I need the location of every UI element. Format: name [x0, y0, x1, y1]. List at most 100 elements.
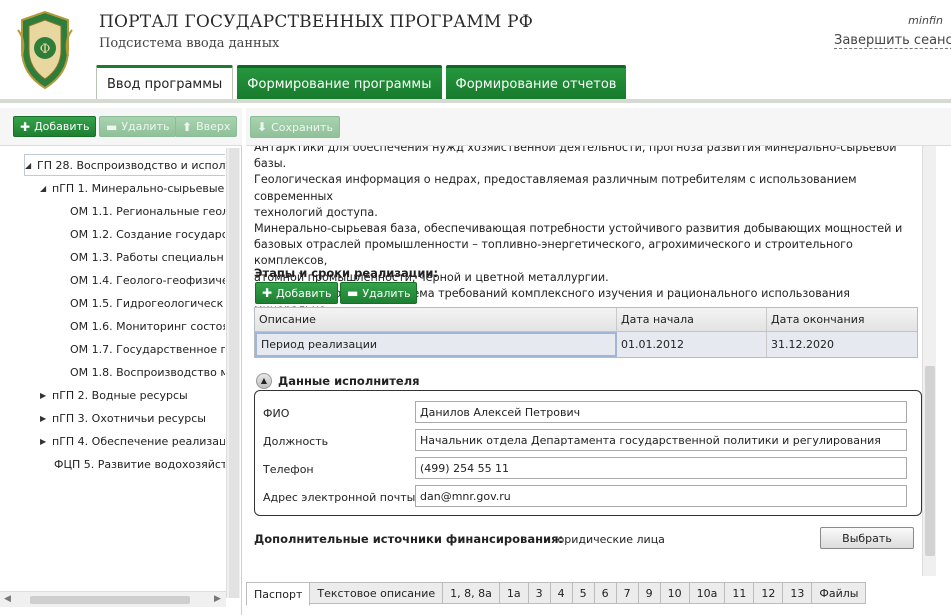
save-button-label: Сохранить [271, 120, 333, 134]
tree-item-pgp1[interactable]: ◢ пГП 1. Минерально-сырьевые р [40, 177, 225, 199]
extra-funding-value: юридические лица [555, 533, 665, 546]
current-user: minfin [908, 14, 943, 27]
plus-icon: ✚ [262, 286, 273, 300]
phone-field[interactable]: (499) 254 55 11 [415, 457, 907, 479]
header: Ф ПОРТАЛ ГОСУДАРСТВЕННЫХ ПРОГРАММ РФ Под… [0, 0, 951, 100]
scroll-thumb[interactable] [925, 366, 935, 556]
logout-link[interactable]: Завершить сеанс [834, 33, 951, 49]
tab-13[interactable]: 13 [782, 582, 813, 604]
tree-vertical-scrollbar[interactable] [226, 148, 240, 598]
delete-button[interactable]: ▬ Удалить [99, 116, 177, 137]
collapsed-arrow-icon[interactable]: ▶ [40, 414, 52, 423]
tree-item-pgp3[interactable]: ▶ пГП 3. Охотничьи ресурсы [40, 407, 206, 429]
executor-title: Данные исполнителя [278, 374, 420, 388]
tab-7[interactable]: 7 [615, 582, 639, 604]
collapse-chevron-icon[interactable]: ▲ [256, 373, 272, 389]
stages-title: Этапы и сроки реализации: [254, 266, 439, 280]
tree-item-fcp5[interactable]: ФЦП 5. Развитие водохозяйст [54, 453, 225, 475]
save-button[interactable]: ⬇ Сохранить [250, 116, 340, 138]
tree-item-pgp2[interactable]: ▶ пГП 2. Водные ресурсы [40, 384, 188, 406]
stage-add-button[interactable]: ✚ Добавить [255, 282, 339, 304]
expand-arrow-icon[interactable]: ◢ [40, 184, 52, 193]
tab-5[interactable]: 5 [571, 582, 595, 604]
tab-10a[interactable]: 10а [688, 582, 726, 604]
tree-item-om14[interactable]: ОМ 1.4. Геолого-геофизиче [70, 269, 225, 291]
tab-3[interactable]: 3 [527, 582, 551, 604]
column-header[interactable]: Описание [255, 308, 617, 331]
tab-12[interactable]: 12 [753, 582, 784, 604]
table-cell[interactable]: Период реализации [255, 332, 617, 357]
tab-underline [0, 99, 951, 103]
executor-fieldset: ФИО Данилов Алексей Петрович Должность Н… [254, 390, 922, 516]
minus-icon: ▬ [106, 119, 118, 134]
tab-form-program[interactable]: Формирование программы [237, 65, 442, 100]
tree-horizontal-scrollbar[interactable]: ◀ ▶ [0, 591, 226, 607]
tab-text-description[interactable]: Текстовое описание [309, 582, 444, 604]
portal-subtitle: Подсистема ввода данных [99, 36, 280, 51]
program-tree: ◢ ГП 28. Воспроизводство и использ ◢ пГП 1… [10, 152, 225, 590]
stages-table: Описание Дата начала Дата окончания Пери… [254, 307, 918, 358]
tab-passport[interactable]: Паспорт [246, 582, 311, 606]
expand-arrow-icon[interactable]: ◢ [25, 161, 37, 170]
tree-item-om11[interactable]: ОМ 1.1. Региональные геол [70, 200, 225, 222]
scroll-thumb[interactable] [229, 148, 239, 598]
tree-item-om12[interactable]: ОМ 1.2. Создание государс [70, 223, 225, 245]
minus-icon: ▬ [347, 286, 359, 300]
add-button[interactable]: ✚ Добавить [13, 116, 97, 137]
add-button-label: Добавить [34, 120, 90, 133]
tab-11[interactable]: 11 [724, 582, 755, 604]
scroll-thumb[interactable] [30, 596, 190, 604]
column-header[interactable]: Дата начала [617, 308, 767, 331]
move-up-button-label: Вверх [196, 120, 231, 133]
program-editor-panel: ⬇ Сохранить Антарктики для обеспечения н… [246, 108, 951, 615]
tab-4[interactable]: 4 [549, 582, 573, 604]
tree-item-om17[interactable]: ОМ 1.7. Государственное г [70, 338, 225, 360]
tree-item-om13[interactable]: ОМ 1.3. Работы специальн [70, 246, 224, 268]
delete-button-label: Удалить [121, 120, 170, 133]
tree-item-om18[interactable]: ОМ 1.8. Воспроизводство м [70, 361, 225, 383]
program-tree-panel: ✚ Добавить ▬ Удалить ⬆ Вверх ◢ ГП 28. Вос… [0, 108, 242, 615]
tree-item-om16[interactable]: ОМ 1.6. Мониторинг состоя [70, 315, 225, 337]
table-header: Описание Дата начала Дата окончания [255, 308, 917, 332]
tab-10[interactable]: 10 [659, 582, 690, 604]
collapsed-arrow-icon[interactable]: ▶ [40, 391, 52, 400]
tree-item-gp28[interactable]: ◢ ГП 28. Воспроизводство и использ [24, 154, 225, 176]
tab-files[interactable]: Файлы [811, 582, 867, 604]
arrow-up-icon: ⬆ [182, 119, 193, 134]
position-field[interactable]: Начальник отдела Департамента государств… [415, 429, 907, 451]
tab-input-program[interactable]: Ввод программы [96, 65, 234, 100]
passport-tabs: Паспорт Текстовое описание 1, 8, 8а 1а 3… [246, 582, 951, 606]
choose-button[interactable]: Выбрать [820, 527, 914, 549]
fio-label: ФИО [263, 407, 290, 420]
main-tabs: Ввод программы Формирование программы Фо… [96, 65, 627, 100]
portal-title: ПОРТАЛ ГОСУДАРСТВЕННЫХ ПРОГРАММ РФ [99, 12, 534, 32]
tree-item-om15[interactable]: ОМ 1.5. Гидрогеологическ [70, 292, 223, 314]
table-cell[interactable]: 31.12.2020 [767, 332, 917, 357]
editor-vertical-scrollbar[interactable] [922, 146, 936, 576]
position-label: Должность [263, 435, 329, 448]
plus-icon: ✚ [20, 119, 31, 134]
tree-item-pgp4[interactable]: ▶ пГП 4. Обеспечение реализаци [40, 430, 225, 452]
tab-9[interactable]: 9 [637, 582, 661, 604]
fio-field[interactable]: Данилов Алексей Петрович [415, 401, 907, 423]
svg-text:Ф: Ф [40, 42, 51, 57]
tab-6[interactable]: 6 [593, 582, 617, 604]
phone-label: Телефон [263, 463, 314, 476]
tab-1-8-8a[interactable]: 1, 8, 8а [442, 582, 500, 604]
stage-delete-button[interactable]: ▬ Удалить [340, 282, 418, 304]
tab-1a[interactable]: 1а [498, 582, 529, 604]
table-row[interactable]: Период реализации 01.01.2012 31.12.2020 [255, 332, 917, 357]
extra-funding-label: Дополнительные источники финансирования: [254, 532, 564, 546]
table-cell[interactable]: 01.01.2012 [617, 332, 767, 357]
email-field[interactable]: dan@mnr.gov.ru [415, 485, 907, 507]
download-save-icon: ⬇ [257, 120, 268, 134]
tab-form-reports[interactable]: Формирование отчетов [445, 65, 627, 100]
scroll-right-arrow-icon[interactable]: ▶ [214, 594, 221, 604]
scroll-left-arrow-icon[interactable]: ◀ [4, 594, 11, 604]
move-up-button[interactable]: ⬆ Вверх [175, 116, 238, 137]
column-header[interactable]: Дата окончания [767, 308, 917, 331]
passport-content: Антарктики для обеспечения нужд хозяйств… [252, 146, 924, 576]
collapsed-arrow-icon[interactable]: ▶ [40, 437, 52, 446]
editor-toolbar: ⬇ Сохранить [246, 108, 951, 146]
email-label: Адрес электронной почты [263, 491, 416, 504]
